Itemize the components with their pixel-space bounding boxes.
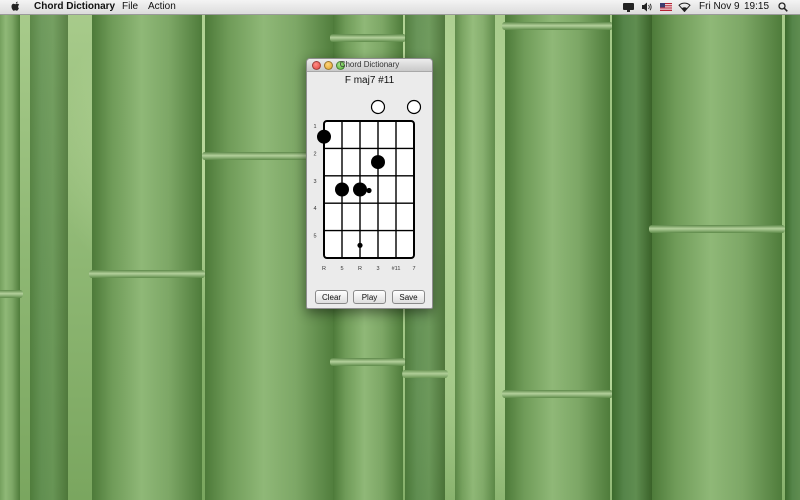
wifi-icon[interactable] — [678, 2, 691, 16]
volume-icon[interactable] — [641, 2, 652, 16]
action-menu[interactable]: Action — [148, 1, 176, 13]
clock-time[interactable]: 19:15 — [744, 1, 769, 13]
fret-number: 5 — [313, 234, 316, 240]
fret-number: 1 — [313, 124, 316, 130]
interval-label: 5 — [340, 266, 343, 272]
interval-label: #11 — [392, 266, 401, 272]
bamboo-stalk — [455, 0, 495, 500]
interval-label: R — [322, 266, 326, 272]
window-title: Chord Dictionary — [339, 60, 400, 69]
finger-dot — [353, 182, 367, 197]
bamboo-stalk — [502, 0, 613, 500]
app-menu[interactable]: Chord Dictionary — [34, 1, 115, 13]
bamboo-stalk — [30, 0, 68, 500]
chord-diagram[interactable]: 1 2 3 4 5 R 5 R 3 #11 7 — [307, 83, 432, 283]
chord-dictionary-window: Chord Dictionary F maj7 #11 12345 R 5 R 3 #1… — [306, 58, 433, 309]
interval-label: 7 — [412, 266, 415, 272]
open-string-marker — [370, 99, 386, 115]
play-button[interactable]: Play — [353, 290, 386, 304]
display-icon[interactable] — [622, 2, 635, 16]
clear-button[interactable]: Clear — [315, 290, 348, 304]
fret-number: 2 — [313, 151, 316, 157]
fret-number: 4 — [313, 206, 316, 212]
save-button[interactable]: Save — [392, 290, 425, 304]
bamboo-stalk — [785, 0, 800, 500]
fret-number: 3 — [313, 179, 316, 185]
finger-dot — [371, 155, 385, 170]
interval-label: 3 — [376, 266, 379, 272]
interval-label: R — [358, 266, 362, 272]
small-fret-marker — [366, 187, 372, 194]
finger-dot — [335, 182, 349, 197]
small-fret-marker — [357, 242, 363, 248]
bamboo-stalk — [612, 0, 652, 500]
file-menu[interactable]: File — [122, 1, 138, 13]
clock-day[interactable]: Fri Nov 9 — [699, 1, 740, 13]
bamboo-stalk — [649, 0, 785, 500]
open-string-marker — [406, 99, 422, 115]
bamboo-stalk — [0, 0, 23, 500]
finger-dot — [317, 129, 331, 144]
window-titlebar[interactable]: Chord Dictionary — [307, 59, 432, 72]
spotlight-search-icon[interactable] — [778, 2, 788, 16]
us-flag-icon[interactable] — [660, 3, 672, 15]
apple-menu-icon[interactable] — [11, 1, 21, 16]
bamboo-stalk — [89, 0, 205, 500]
menu-bar: Chord Dictionary File Action Fri Nov 9 1… — [0, 0, 800, 15]
